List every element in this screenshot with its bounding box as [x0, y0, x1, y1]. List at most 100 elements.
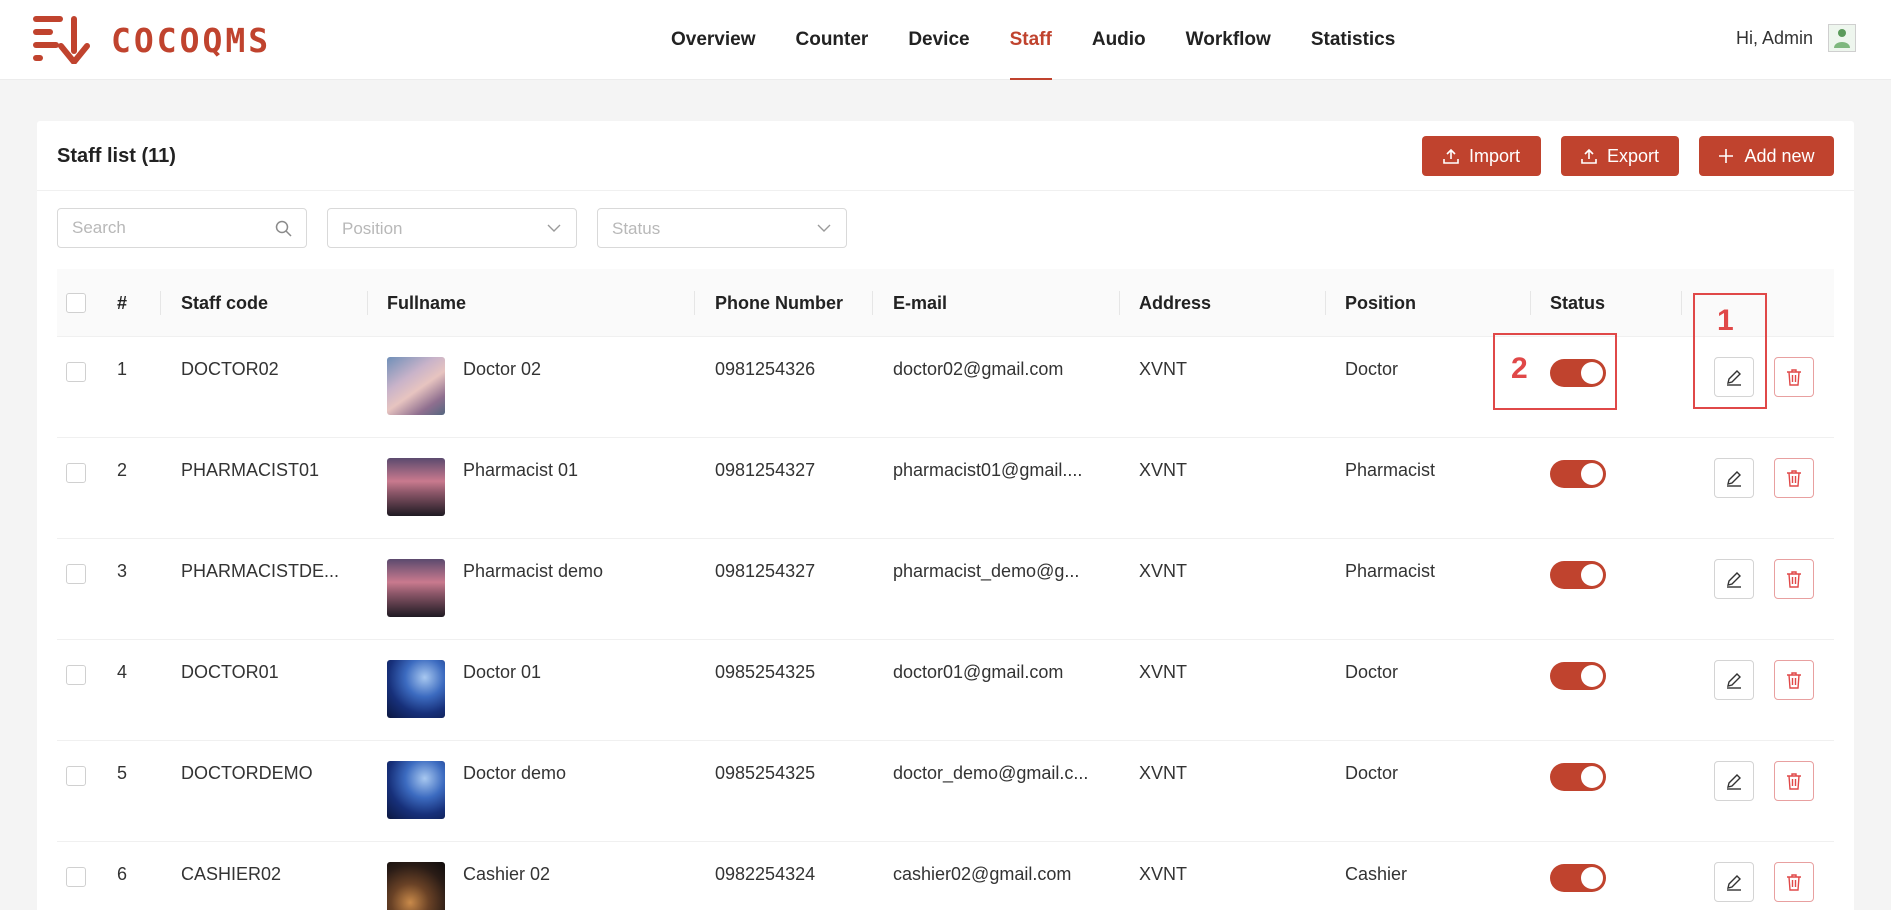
staff-fullname: Pharmacist 01	[463, 460, 579, 480]
chevron-down-icon	[817, 224, 831, 232]
row-index: 1	[117, 359, 128, 379]
nav-device[interactable]: Device	[908, 0, 969, 80]
col-divider	[694, 291, 695, 315]
export-label: Export	[1606, 145, 1660, 166]
staff-address: XVNT	[1139, 359, 1188, 379]
row-index: 6	[117, 864, 128, 884]
col-divider	[872, 291, 873, 315]
search-input[interactable]	[72, 209, 272, 247]
staff-address: XVNT	[1139, 864, 1188, 884]
callout-number-2: 2	[1511, 352, 1528, 385]
edit-button[interactable]	[1714, 458, 1754, 498]
staff-address: XVNT	[1139, 763, 1188, 783]
delete-button[interactable]	[1774, 357, 1814, 397]
app-logo[interactable]: COCOQMS	[33, 16, 271, 64]
table-row: 3 PHARMACISTDE... Pharmacist demo 098125…	[57, 539, 1834, 640]
staff-address: XVNT	[1139, 460, 1188, 480]
pencil-icon	[1727, 875, 1741, 891]
staff-fullname: Doctor 01	[463, 662, 542, 682]
edit-button[interactable]	[1714, 761, 1754, 801]
status-toggle[interactable]	[1550, 864, 1606, 892]
row-checkbox[interactable]	[66, 362, 86, 382]
staff-photo	[387, 357, 445, 415]
col-address: Address	[1139, 293, 1212, 313]
trash-icon	[1787, 874, 1801, 891]
row-checkbox[interactable]	[66, 564, 86, 584]
staff-phone: 0981254326	[715, 359, 816, 379]
export-icon	[1581, 148, 1597, 164]
import-label: Import	[1468, 145, 1520, 166]
nav-workflow[interactable]: Workflow	[1186, 0, 1271, 80]
status-toggle[interactable]	[1550, 662, 1606, 690]
row-checkbox[interactable]	[66, 766, 86, 786]
staff-fullname: Cashier 02	[463, 864, 551, 884]
col-divider	[1325, 291, 1326, 315]
top-bar: COCOQMS Overview Counter Device Staff Au…	[0, 0, 1891, 80]
col-divider	[1530, 291, 1531, 315]
delete-button[interactable]	[1774, 660, 1814, 700]
select-all-checkbox[interactable]	[66, 293, 86, 313]
avatar[interactable]	[1828, 24, 1856, 52]
status-toggle[interactable]	[1550, 460, 1606, 488]
nav-audio[interactable]: Audio	[1092, 0, 1146, 80]
row-checkbox[interactable]	[66, 665, 86, 685]
row-checkbox[interactable]	[66, 463, 86, 483]
staff-fullname: Doctor 02	[463, 359, 542, 379]
delete-button[interactable]	[1774, 862, 1814, 902]
search-icon[interactable]	[275, 220, 292, 237]
delete-button[interactable]	[1774, 559, 1814, 599]
delete-button[interactable]	[1774, 458, 1814, 498]
staff-card: Staff list (11) Import Export Add new Se…	[37, 121, 1854, 910]
table-header: # Staff code Fullname Phone Number E-mai…	[57, 269, 1834, 337]
staff-email: pharmacist01@gmail....	[893, 460, 1083, 480]
trash-icon	[1787, 571, 1801, 588]
row-index: 3	[117, 561, 128, 581]
staff-position: Doctor	[1345, 662, 1399, 682]
staff-position: Pharmacist	[1345, 460, 1436, 480]
staff-email: cashier02@gmail.com	[893, 864, 1072, 884]
pencil-icon	[1727, 774, 1741, 790]
import-button[interactable]: Import	[1422, 136, 1541, 176]
status-toggle[interactable]	[1550, 561, 1606, 589]
user-menu[interactable]: Hi, Admin	[1736, 24, 1856, 52]
staff-photo	[387, 862, 445, 910]
col-index: #	[117, 293, 128, 313]
staff-phone: 0985254325	[715, 763, 816, 783]
staff-photo	[387, 761, 445, 819]
edit-button[interactable]	[1714, 559, 1754, 599]
col-status: Status	[1550, 293, 1606, 313]
staff-position: Pharmacist	[1345, 561, 1436, 581]
nav-overview[interactable]: Overview	[671, 0, 756, 80]
plus-icon	[1719, 149, 1734, 163]
row-checkbox[interactable]	[66, 867, 86, 887]
callout-number-1: 1	[1717, 304, 1734, 337]
status-select[interactable]: Status	[597, 208, 847, 248]
status-toggle[interactable]	[1550, 763, 1606, 791]
edit-button[interactable]	[1714, 862, 1754, 902]
chevron-down-icon	[547, 224, 561, 232]
table-row: 5 DOCTORDEMO Doctor demo 0985254325 doct…	[57, 741, 1834, 842]
staff-position: Doctor	[1345, 763, 1399, 783]
staff-code: DOCTORDEMO	[181, 763, 313, 783]
add-new-label: Add new	[1744, 145, 1815, 166]
nav-counter[interactable]: Counter	[796, 0, 869, 80]
page-title: Staff list (11)	[57, 145, 176, 167]
staff-email: doctor_demo@gmail.c...	[893, 763, 1089, 783]
col-fullname: Fullname	[387, 293, 467, 313]
edit-button[interactable]	[1714, 660, 1754, 700]
position-select[interactable]: Position	[327, 208, 577, 248]
table-row: 2 PHARMACIST01 Pharmacist 01 0981254327 …	[57, 438, 1834, 539]
nav-statistics[interactable]: Statistics	[1311, 0, 1395, 80]
nav-staff[interactable]: Staff	[1009, 0, 1053, 80]
row-index: 4	[117, 662, 128, 682]
trash-icon	[1787, 672, 1801, 689]
col-divider	[1681, 291, 1682, 315]
table-row: 4 DOCTOR01 Doctor 01 0985254325 doctor01…	[57, 640, 1834, 741]
export-button[interactable]: Export	[1561, 136, 1679, 176]
staff-position: Doctor	[1345, 359, 1399, 379]
add-new-button[interactable]: Add new	[1699, 136, 1834, 176]
staff-photo	[387, 660, 445, 718]
delete-button[interactable]	[1774, 761, 1814, 801]
app-name: COCOQMS	[111, 20, 272, 60]
staff-phone: 0981254327	[715, 460, 816, 480]
